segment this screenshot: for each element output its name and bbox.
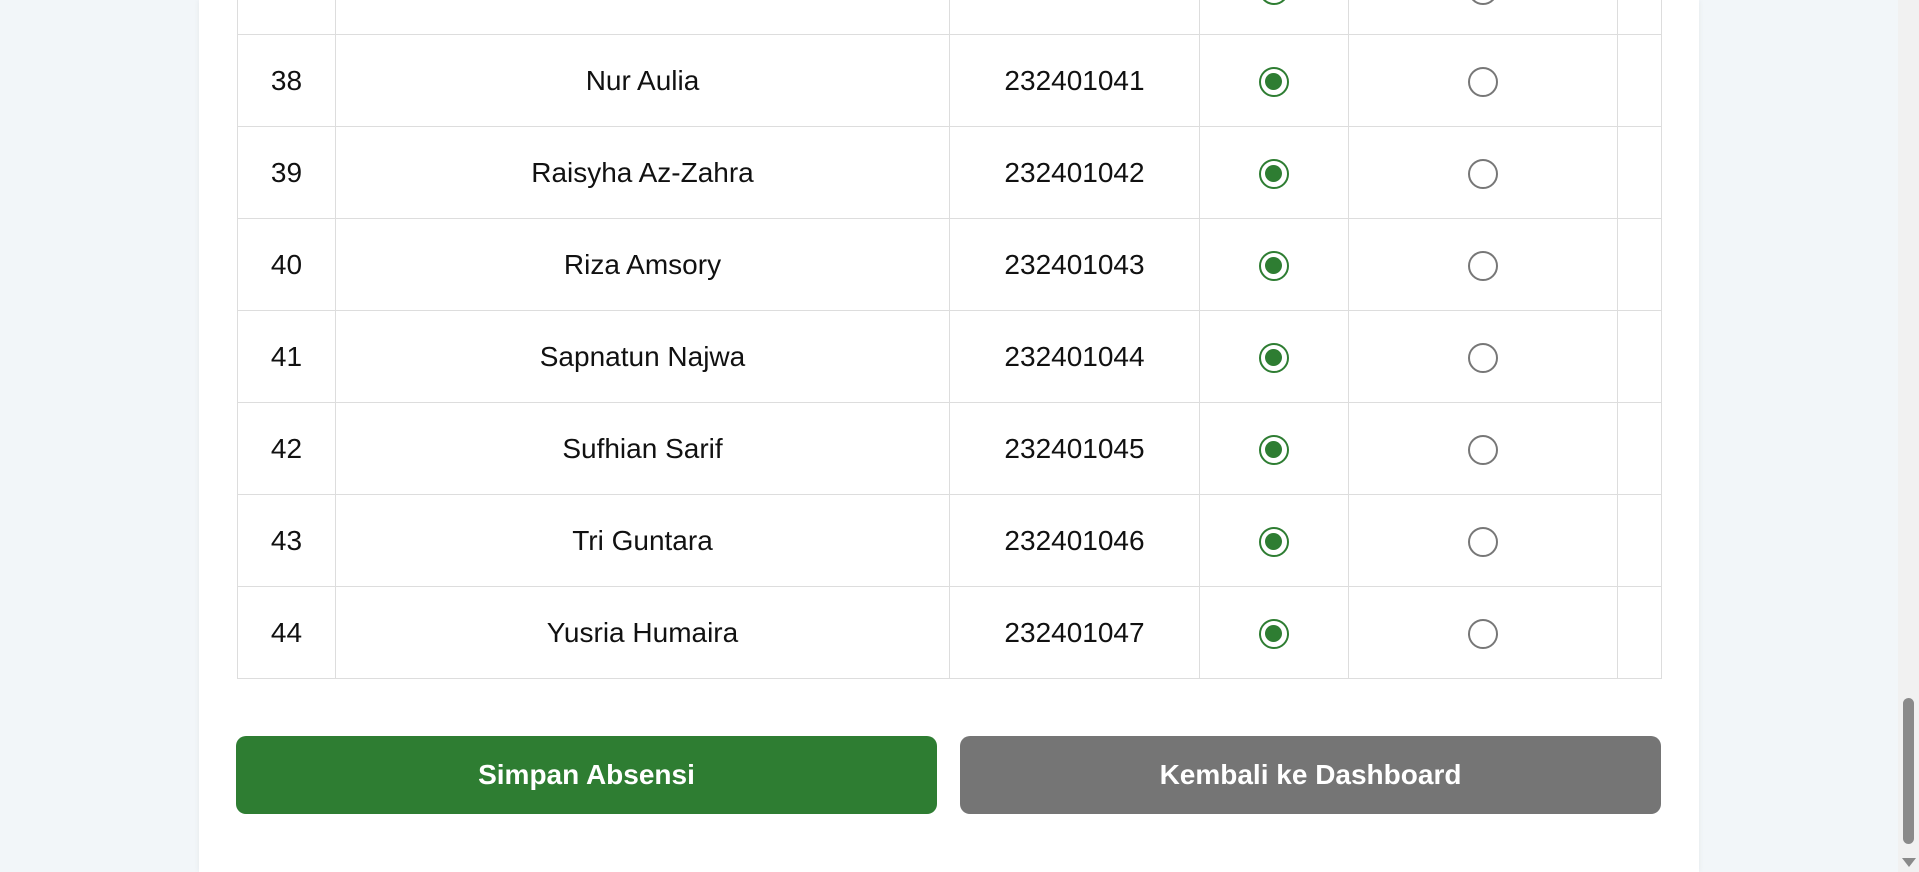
student-nim: 232401046 bbox=[949, 494, 1200, 587]
table-row: 38 Nur Aulia 232401041 bbox=[237, 34, 1662, 127]
table-row: 39 Raisyha Az-Zahra 232401042 bbox=[237, 126, 1662, 219]
attendance-table: 3738Nur Aulia23240104139Raisyha Az-Zahra… bbox=[237, 0, 1662, 679]
absent-cell bbox=[1348, 402, 1618, 495]
student-name: Nur Aulia bbox=[335, 34, 950, 127]
absent-radio[interactable] bbox=[1468, 342, 1498, 373]
absent-radio[interactable] bbox=[1468, 250, 1498, 281]
row-number: 37 bbox=[237, 0, 336, 35]
student-nim: 232401044 bbox=[949, 310, 1200, 403]
extra-cell bbox=[1617, 126, 1662, 219]
absent-cell bbox=[1348, 218, 1618, 311]
table-row: 40 Riza Amsory 232401043 bbox=[237, 218, 1662, 311]
hadir-cell bbox=[1199, 310, 1349, 403]
absent-radio[interactable] bbox=[1468, 66, 1498, 97]
absent-cell bbox=[1348, 586, 1618, 679]
attendance-table-body: 3738Nur Aulia23240104139Raisyha Az-Zahra… bbox=[237, 0, 1662, 679]
extra-cell bbox=[1617, 586, 1662, 679]
student-name: Tri Guntara bbox=[335, 494, 950, 587]
row-number: 42 bbox=[237, 402, 336, 495]
student-name: Sufhian Sarif bbox=[335, 402, 950, 495]
hadir-radio[interactable] bbox=[1259, 526, 1289, 557]
student-nim: 232401041 bbox=[949, 34, 1200, 127]
student-nim bbox=[949, 0, 1200, 35]
hadir-cell bbox=[1199, 34, 1349, 127]
student-name: Sapnatun Najwa bbox=[335, 310, 950, 403]
save-attendance-button[interactable]: Simpan Absensi bbox=[236, 736, 937, 814]
extra-cell bbox=[1617, 402, 1662, 495]
absent-cell bbox=[1348, 0, 1618, 35]
student-name: Yusria Humaira bbox=[335, 586, 950, 679]
hadir-radio[interactable] bbox=[1259, 434, 1289, 465]
absent-cell bbox=[1348, 34, 1618, 127]
back-to-dashboard-button[interactable]: Kembali ke Dashboard bbox=[960, 736, 1661, 814]
hadir-radio[interactable] bbox=[1259, 66, 1289, 97]
absent-radio[interactable] bbox=[1468, 0, 1498, 5]
hadir-cell bbox=[1199, 218, 1349, 311]
row-number: 41 bbox=[237, 310, 336, 403]
hadir-cell bbox=[1199, 126, 1349, 219]
table-row: 42 Sufhian Sarif 232401045 bbox=[237, 402, 1662, 495]
table-row: 37 bbox=[237, 0, 1662, 35]
student-nim: 232401047 bbox=[949, 586, 1200, 679]
table-row: 43 Tri Guntara 232401046 bbox=[237, 494, 1662, 587]
absent-cell bbox=[1348, 126, 1618, 219]
row-number: 44 bbox=[237, 586, 336, 679]
hadir-radio[interactable] bbox=[1259, 250, 1289, 281]
absent-cell bbox=[1348, 310, 1618, 403]
table-row: 44 Yusria Humaira 232401047 bbox=[237, 586, 1662, 679]
row-number: 43 bbox=[237, 494, 336, 587]
hadir-cell bbox=[1199, 402, 1349, 495]
hadir-cell bbox=[1199, 494, 1349, 587]
row-number: 40 bbox=[237, 218, 336, 311]
scroll-down-arrow-icon[interactable] bbox=[1902, 858, 1916, 867]
vertical-scrollbar[interactable] bbox=[1898, 0, 1919, 872]
absent-radio[interactable] bbox=[1468, 618, 1498, 649]
hadir-radio[interactable] bbox=[1259, 618, 1289, 649]
student-name: Raisyha Az-Zahra bbox=[335, 126, 950, 219]
hadir-cell bbox=[1199, 0, 1349, 35]
extra-cell bbox=[1617, 34, 1662, 127]
student-name: Riza Amsory bbox=[335, 218, 950, 311]
hadir-radio[interactable] bbox=[1259, 158, 1289, 189]
extra-cell bbox=[1617, 494, 1662, 587]
absent-radio[interactable] bbox=[1468, 434, 1498, 465]
student-nim: 232401042 bbox=[949, 126, 1200, 219]
hadir-cell bbox=[1199, 586, 1349, 679]
hadir-radio[interactable] bbox=[1259, 342, 1289, 373]
scrollbar-thumb[interactable] bbox=[1903, 698, 1914, 844]
row-number: 39 bbox=[237, 126, 336, 219]
row-number: 38 bbox=[237, 34, 336, 127]
extra-cell bbox=[1617, 218, 1662, 311]
absent-cell bbox=[1348, 494, 1618, 587]
attendance-table-wrapper: 3738Nur Aulia23240104139Raisyha Az-Zahra… bbox=[237, 0, 1662, 679]
absent-radio[interactable] bbox=[1468, 158, 1498, 189]
table-row: 41 Sapnatun Najwa 232401044 bbox=[237, 310, 1662, 403]
student-nim: 232401043 bbox=[949, 218, 1200, 311]
student-nim: 232401045 bbox=[949, 402, 1200, 495]
student-name bbox=[335, 0, 950, 35]
absent-radio[interactable] bbox=[1468, 526, 1498, 557]
extra-cell bbox=[1617, 310, 1662, 403]
hadir-radio[interactable] bbox=[1259, 0, 1289, 5]
extra-cell bbox=[1617, 0, 1662, 35]
